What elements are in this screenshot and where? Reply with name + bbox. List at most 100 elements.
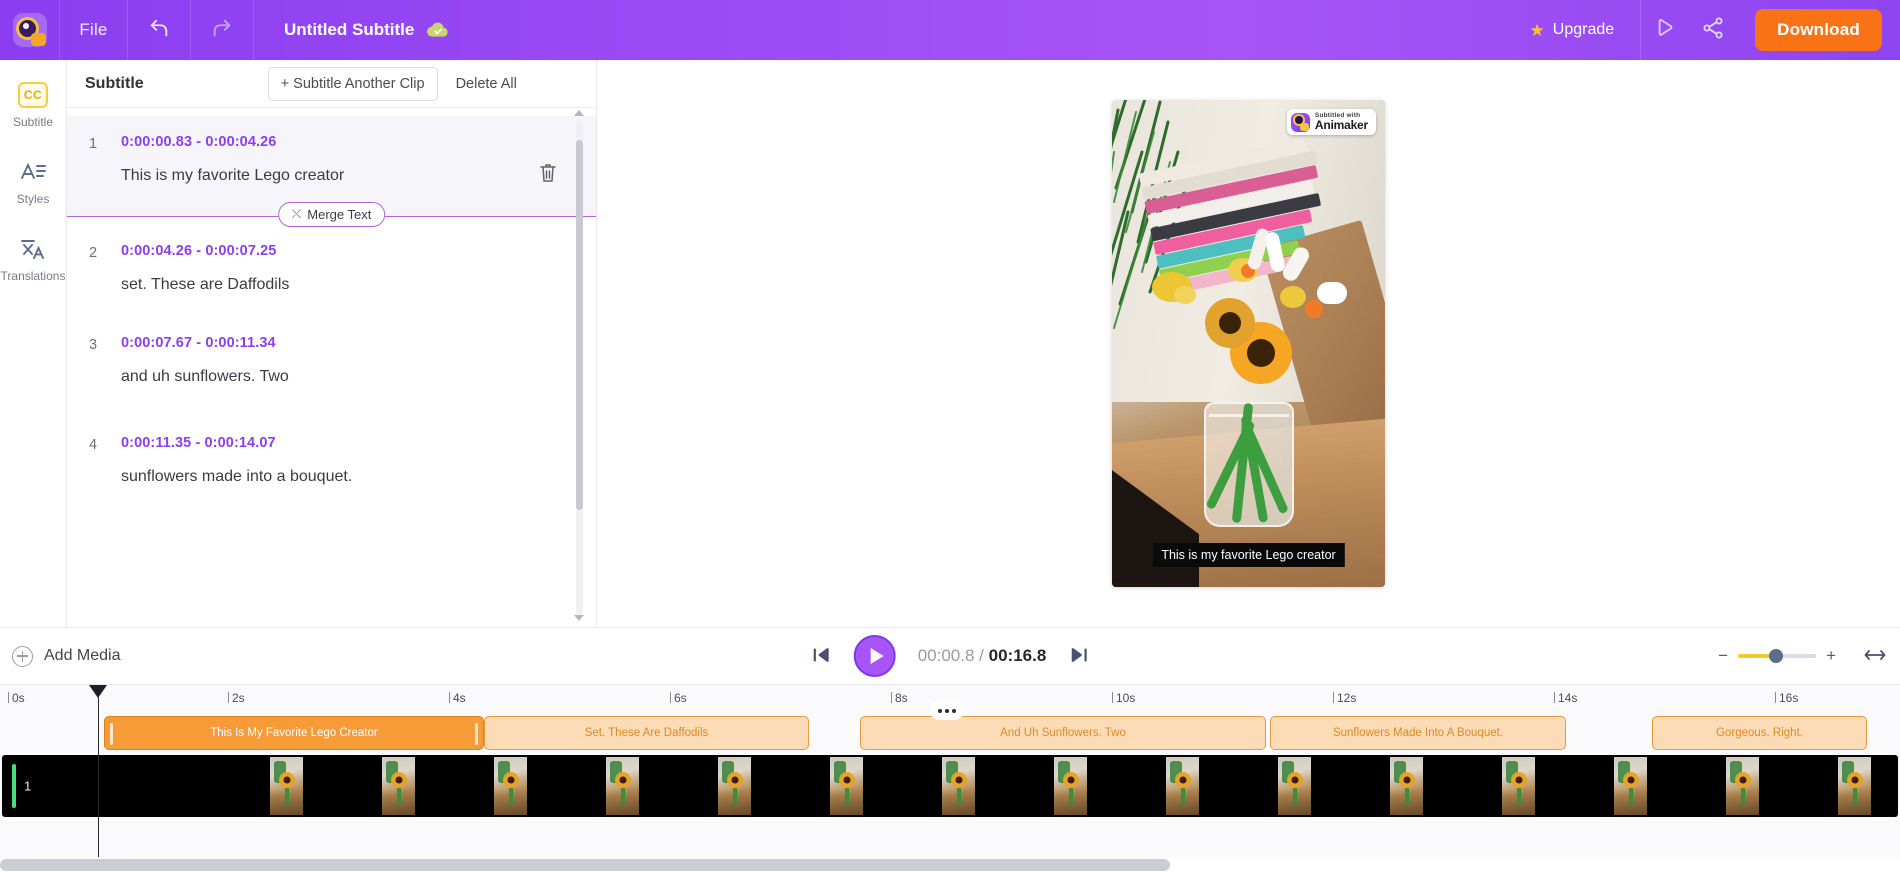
left-tool-rail: CC Subtitle Styles Translations (0, 60, 67, 627)
redo-icon (211, 17, 233, 44)
transport-controls: 00:00.8 / 00:16.8 (812, 635, 1089, 677)
skip-previous-button[interactable] (812, 645, 832, 668)
track-number: 1 (24, 778, 32, 794)
timeline-thumbnail (1614, 757, 1647, 815)
fit-to-screen-icon (1864, 649, 1886, 666)
download-button[interactable]: Download (1755, 9, 1882, 51)
video-timeline-track[interactable]: 1 (2, 755, 1898, 817)
list-item[interactable]: 2 0:00:04.26 - 0:00:07.25 set. These are… (67, 217, 596, 317)
add-subtitle-clip-button[interactable]: + Subtitle Another Clip (267, 66, 438, 101)
playhead-handle[interactable] (89, 685, 107, 698)
subtitle-text[interactable]: sunflowers made into a bouquet. (121, 467, 578, 488)
video-caption: This is my favorite Lego creator (1152, 543, 1345, 567)
sidebar-item-translations[interactable]: Translations (0, 236, 67, 283)
redo-button[interactable] (191, 0, 254, 60)
skip-next-button[interactable] (1068, 645, 1088, 668)
animaker-watermark: Subtitled with Animaker (1286, 109, 1376, 135)
timeline-clip-label: This Is My Favorite Lego Creator (210, 727, 378, 739)
subtitle-list[interactable]: 1 0:00:00.83 - 0:00:04.26 This is my fav… (67, 108, 596, 627)
timeline-thumbnail (830, 757, 863, 815)
sidebar-item-styles[interactable]: Styles (0, 159, 67, 206)
video-preview[interactable]: Subtitled with Animaker This is my favor… (1112, 100, 1385, 587)
subtitle-list-scrollbar[interactable] (576, 120, 583, 615)
timeline-thumbnail (1726, 757, 1759, 815)
subtitle-timerange[interactable]: 0:00:00.83 - 0:00:04.26 (121, 134, 276, 150)
subtitle-index: 2 (89, 245, 98, 261)
timeline-thumbnail (606, 757, 639, 815)
more-options-button[interactable] (930, 701, 964, 720)
track-handle[interactable] (12, 764, 16, 808)
timeline-clip[interactable]: Sunflowers Made Into A Bouquet. (1270, 716, 1566, 750)
header-actions: ★ Upgrade Download (1512, 0, 1900, 60)
zoom-in-button[interactable]: + (1826, 646, 1836, 666)
subtitle-timerange[interactable]: 0:00:11.35 - 0:00:14.07 (121, 435, 276, 451)
subtitle-text[interactable]: This is my favorite Lego creator (121, 166, 578, 187)
file-menu[interactable]: File (60, 0, 128, 60)
timeline-thumbnail (718, 757, 751, 815)
ruler-tick: 8s (891, 691, 908, 705)
app-logo[interactable] (0, 0, 60, 60)
ruler-tick: 6s (670, 691, 687, 705)
ruler-tick: 4s (449, 691, 466, 705)
subtitle-timerange[interactable]: 0:00:04.26 - 0:00:07.25 (121, 243, 276, 259)
timeline-clip[interactable]: Gorgeous. Right. (1652, 716, 1867, 750)
list-item[interactable]: 4 0:00:11.35 - 0:00:14.07 sunflowers mad… (67, 417, 596, 517)
playhead[interactable] (89, 685, 107, 857)
current-time: 00:00.8 (917, 646, 975, 665)
list-item[interactable]: 3 0:00:07.67 - 0:00:11.34 and uh sunflow… (67, 317, 596, 417)
zoom-out-button[interactable]: − (1718, 646, 1728, 666)
upgrade-button[interactable]: ★ Upgrade (1512, 0, 1642, 60)
more-options-icon (938, 708, 942, 713)
undo-button[interactable] (128, 0, 191, 60)
subtitle-panel-header: Subtitle + Subtitle Another Clip Delete … (67, 60, 596, 108)
add-media-button[interactable]: Add Media (12, 645, 121, 667)
zoom-slider[interactable] (1738, 649, 1817, 663)
ruler-tick: 10s (1112, 691, 1135, 705)
subtitle-index: 1 (89, 136, 98, 152)
time-separator: / (979, 646, 984, 665)
preview-flowers (1112, 100, 1385, 587)
share-button[interactable] (1689, 0, 1737, 60)
timecode-display: 00:00.8 / 00:16.8 (918, 646, 1047, 666)
play-icon (870, 648, 884, 664)
project-title-area[interactable]: Untitled Subtitle (254, 0, 450, 60)
delete-all-button[interactable]: Delete All (452, 68, 521, 100)
skip-previous-icon (812, 645, 832, 668)
list-item[interactable]: 1 0:00:00.83 - 0:00:04.26 This is my fav… (67, 116, 596, 216)
fit-to-screen-button[interactable] (1864, 647, 1886, 666)
subtitle-panel: Subtitle + Subtitle Another Clip Delete … (67, 60, 597, 627)
scroll-up-icon[interactable] (574, 110, 584, 116)
scrollbar-thumb[interactable] (576, 140, 583, 510)
timeline[interactable]: 0s 2s 4s 6s 8s 10s 12s 14s 16s This Is M… (0, 685, 1900, 872)
star-icon: ★ (1529, 20, 1545, 40)
timeline-clip-label: And Uh Sunflowers. Two (1000, 727, 1126, 739)
subtitle-text[interactable]: and uh sunflowers. Two (121, 367, 578, 388)
page-title: Untitled Subtitle (284, 20, 415, 39)
timeline-thumbnail (1278, 757, 1311, 815)
timeline-horizontal-scrollbar[interactable] (0, 858, 1900, 872)
play-button[interactable] (853, 635, 896, 677)
delete-subtitle-button[interactable] (538, 162, 558, 184)
upgrade-label: Upgrade (1552, 21, 1615, 38)
timeline-thumbnail (1390, 757, 1423, 815)
sidebar-item-label: Subtitle (12, 115, 54, 129)
preview-play-icon (1653, 16, 1677, 45)
subtitle-text[interactable]: set. These are Daffodils (121, 275, 578, 296)
watermark-brand: Animaker (1314, 118, 1368, 133)
sidebar-item-subtitle[interactable]: CC Subtitle (0, 82, 67, 129)
translate-icon (19, 236, 47, 262)
subtitle-index: 4 (89, 437, 98, 453)
timeline-clip[interactable]: Set. These Are Daffodils (484, 716, 809, 750)
zoom-slider-handle[interactable] (1769, 649, 1784, 663)
scroll-down-icon[interactable] (574, 615, 584, 621)
undo-icon (148, 17, 170, 44)
timeline-clip[interactable]: This Is My Favorite Lego Creator (104, 716, 484, 750)
timeline-zoom-control: − + (1718, 646, 1886, 666)
scrollbar-thumb[interactable] (0, 859, 1170, 871)
timeline-clip[interactable]: And Uh Sunflowers. Two (860, 716, 1266, 750)
preview-button[interactable] (1641, 0, 1689, 60)
cloud-check-icon (426, 21, 450, 39)
ruler-tick: 2s (228, 691, 245, 705)
subtitle-timerange[interactable]: 0:00:07.67 - 0:00:11.34 (121, 335, 276, 351)
timeline-thumbnail (1502, 757, 1535, 815)
